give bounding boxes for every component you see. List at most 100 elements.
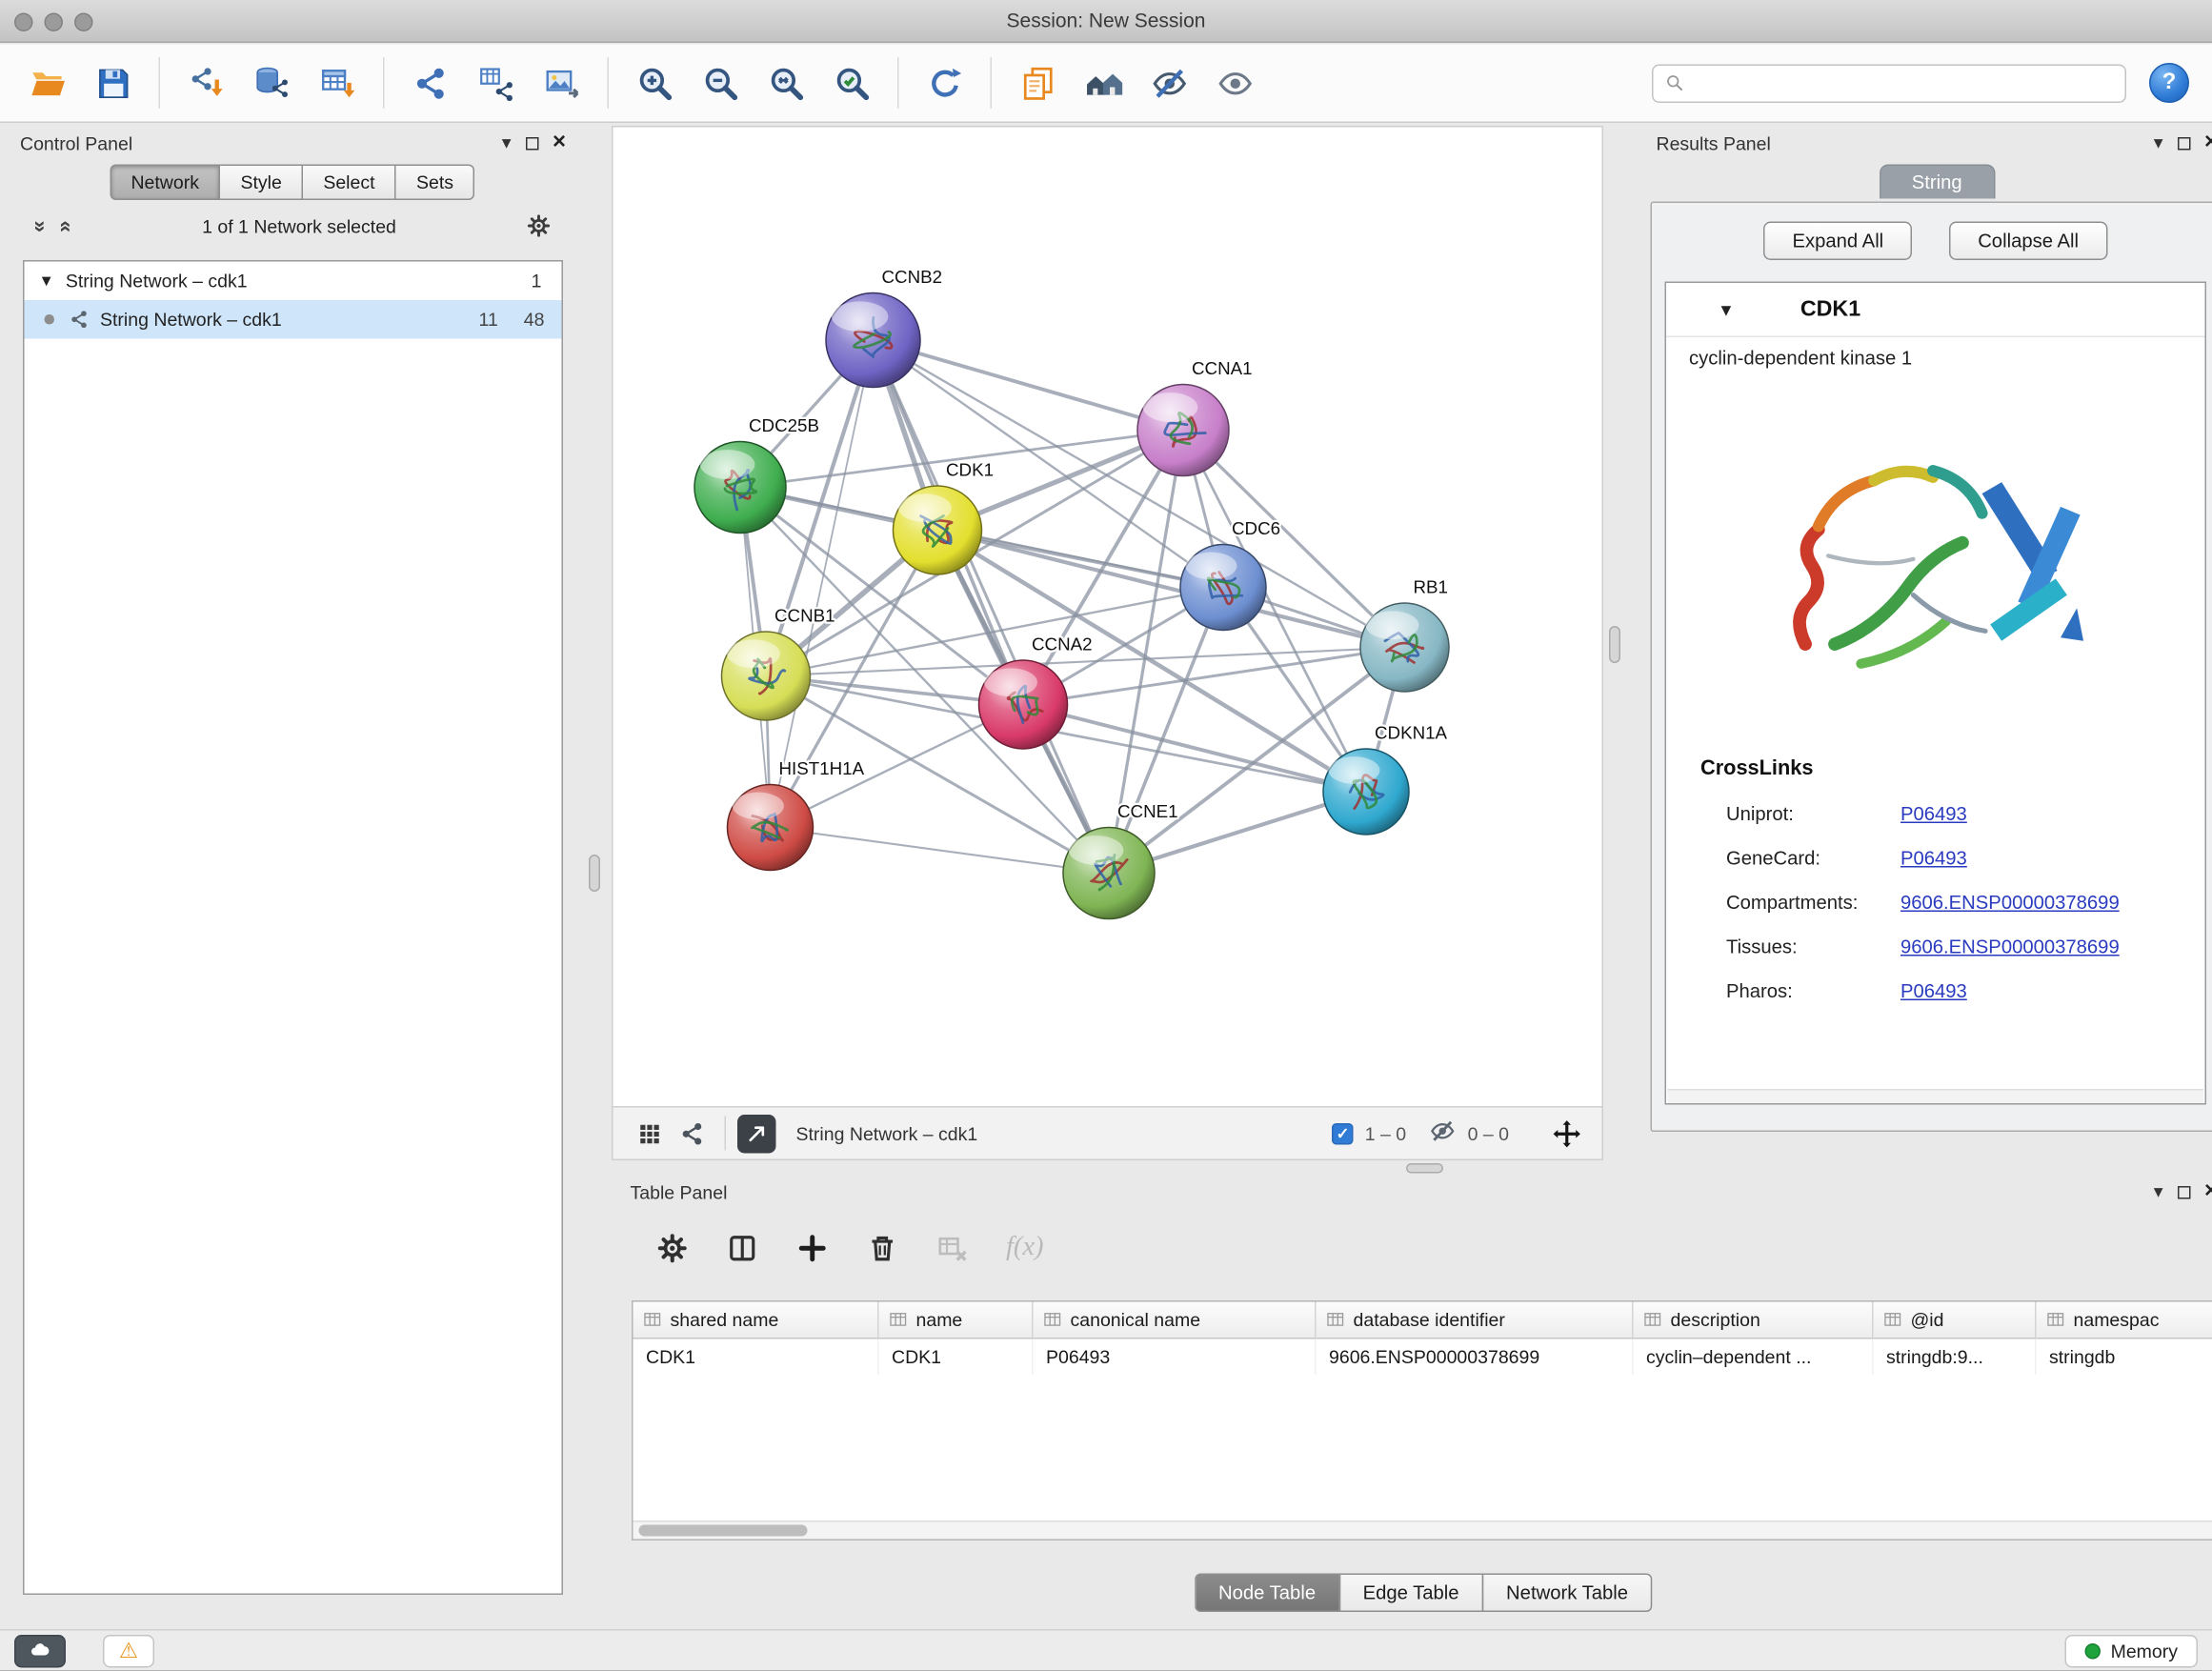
cloud-status-button[interactable]	[14, 1635, 66, 1668]
close-panel-icon[interactable]: ×	[553, 131, 566, 154]
network-selection-bar: » « 1 of 1 Network selected	[14, 206, 572, 246]
tab-node-table[interactable]: Node Table	[1194, 1574, 1339, 1613]
zoom-selected-icon	[833, 64, 872, 103]
tab-network[interactable]: Network	[110, 165, 221, 201]
zoom-in-button[interactable]	[622, 51, 688, 114]
move-tool-icon[interactable]	[1552, 1118, 1582, 1149]
selected-items-checkbox[interactable]: ✓	[1332, 1122, 1354, 1144]
close-panel-icon[interactable]: ×	[2204, 131, 2212, 154]
import-table-from-file-button[interactable]	[305, 51, 371, 114]
network-collection-row[interactable]: ▼ String Network – cdk1 1	[25, 262, 562, 301]
splitter-handle-left[interactable]	[589, 855, 600, 892]
collapse-all-button[interactable]: Collapse All	[1949, 222, 2107, 261]
tab-edge-table[interactable]: Edge Table	[1338, 1574, 1483, 1613]
duplicate-network-button[interactable]	[1005, 51, 1071, 114]
collapse-entry-icon[interactable]: ▼	[1718, 299, 1735, 319]
float-panel-icon[interactable]	[2177, 1185, 2190, 1198]
network-options-gear-icon[interactable]	[526, 213, 552, 239]
toolbar-separator	[991, 57, 993, 109]
network-edge-hist1h1a-ccne1[interactable]	[771, 828, 1110, 874]
save-session-button[interactable]	[80, 51, 146, 114]
network-node-ccna1[interactable]: CCNA1	[1137, 358, 1253, 476]
panel-menu-icon[interactable]: ▾	[2154, 131, 2163, 154]
network-node-ccnb1[interactable]: CCNB1	[722, 606, 835, 721]
panel-menu-icon[interactable]: ▾	[2154, 1180, 2163, 1203]
apply-preferred-layout-button[interactable]	[1071, 51, 1136, 114]
network-row-selected[interactable]: String Network – cdk1 11 48	[25, 300, 562, 339]
crosslink-value-link[interactable]: P06493	[1900, 803, 1967, 825]
show-selected-button[interactable]	[1202, 51, 1268, 114]
collapse-all-networks-icon[interactable]: »	[29, 220, 53, 232]
float-panel-icon[interactable]	[525, 136, 538, 150]
hide-selected-button[interactable]	[1136, 51, 1202, 114]
detach-view-icon[interactable]	[737, 1114, 776, 1153]
search-input[interactable]	[1694, 72, 2114, 94]
close-panel-icon[interactable]: ×	[2204, 1180, 2212, 1203]
table-body: CDK1CDK1P064939606.ENSP00000378699cyclin…	[633, 1339, 2212, 1376]
grid-view-icon[interactable]	[628, 1114, 671, 1154]
network-edge-ccnb2-ccne1[interactable]	[874, 340, 1110, 874]
network-edge-ccnb2-ccna1[interactable]	[874, 340, 1184, 431]
crosslink-value-link[interactable]: 9606.ENSP00000378699	[1900, 892, 2120, 914]
crosslink-value-link[interactable]: P06493	[1900, 848, 1967, 870]
table-row[interactable]: CDK1CDK1P064939606.ENSP00000378699cyclin…	[633, 1339, 2212, 1376]
crosslink-value-link[interactable]: 9606.ENSP00000378699	[1900, 936, 2120, 958]
zoom-selected-button[interactable]	[819, 51, 885, 114]
new-network-button[interactable]	[397, 51, 463, 114]
scrollbar-thumb[interactable]	[639, 1525, 808, 1537]
network-node-rb1[interactable]: RB1	[1360, 577, 1449, 693]
expand-all-networks-icon[interactable]: «	[54, 220, 79, 232]
export-image-button[interactable]	[529, 51, 594, 114]
create-column-plus-icon[interactable]	[796, 1231, 830, 1264]
node-label-ccnb2: CCNB2	[882, 267, 943, 287]
entry-horizontal-scrollbar[interactable]	[1668, 1089, 2204, 1103]
refresh-button[interactable]	[912, 51, 977, 114]
new-network-from-table-button[interactable]	[463, 51, 529, 114]
zoom-out-button[interactable]	[688, 51, 754, 114]
control-panel-header: Control Panel ▾ ×	[14, 126, 572, 160]
current-network-name: String Network – cdk1	[796, 1122, 978, 1144]
column-header-canonical-name[interactable]: canonical name	[1034, 1302, 1317, 1339]
network-node-cdc25b[interactable]: CDC25B	[694, 415, 819, 533]
show-columns-icon[interactable]	[726, 1231, 759, 1264]
network-edge-ccnb2-hist1h1a[interactable]	[771, 340, 874, 828]
tab-string[interactable]: String	[1879, 165, 1995, 199]
tab-style[interactable]: Style	[219, 165, 303, 201]
column-header-database-identifier[interactable]: database identifier	[1317, 1302, 1634, 1339]
title-bar: Session: New Session	[0, 0, 2212, 43]
column-header-description[interactable]: description	[1634, 1302, 1874, 1339]
collection-expand-icon[interactable]: ▼	[39, 272, 54, 290]
crosslink-value-link[interactable]: P06493	[1900, 980, 1967, 1002]
tab-select[interactable]: Select	[302, 165, 396, 201]
import-network-from-file-button[interactable]	[173, 51, 239, 114]
node-label-cdkn1a: CDKN1A	[1375, 723, 1448, 743]
warnings-button[interactable]: ⚠	[103, 1635, 154, 1668]
column-header-shared-name[interactable]: shared name	[633, 1302, 879, 1339]
zoom-fit-button[interactable]	[754, 51, 819, 114]
network-overview-icon[interactable]	[671, 1114, 714, 1154]
delete-column-trash-icon[interactable]	[866, 1231, 899, 1264]
tab-network-table[interactable]: Network Table	[1482, 1574, 1653, 1613]
table-options-gear-icon[interactable]	[656, 1231, 690, 1264]
expand-all-button[interactable]: Expand All	[1763, 222, 1912, 261]
network-node-cdkn1a[interactable]: CDKN1A	[1323, 723, 1448, 836]
network-canvas[interactable]: CCNB2CCNA1CDC25BCDK1CDC6RB1CCNB1CCNA2CDK…	[613, 128, 1602, 1107]
help-button[interactable]: ?	[2149, 63, 2189, 103]
open-session-button[interactable]	[14, 51, 80, 114]
network-node-hist1h1a[interactable]: HIST1H1A	[728, 758, 865, 871]
tab-sets[interactable]: Sets	[395, 165, 475, 201]
import-network-from-database-button[interactable]	[239, 51, 305, 114]
column-header--id[interactable]: @id	[1874, 1302, 2037, 1339]
column-header-namespac[interactable]: namespac	[2037, 1302, 2212, 1339]
network-edge-ccnb2-ccnb1[interactable]	[766, 340, 874, 676]
node-details-header[interactable]: ▼ CDK1	[1666, 283, 2205, 337]
column-header-name[interactable]: name	[879, 1302, 1034, 1339]
float-panel-icon[interactable]	[2177, 136, 2190, 150]
splitter-handle-right[interactable]	[1609, 626, 1620, 663]
network-selected-status: 1 of 1 Network selected	[72, 215, 526, 237]
splitter-handle-bottom[interactable]	[1406, 1163, 1443, 1174]
hidden-items-eye-icon[interactable]	[1429, 1117, 1457, 1149]
memory-button[interactable]: Memory	[2065, 1635, 2198, 1668]
duplicate-network-icon	[1018, 64, 1057, 103]
panel-menu-icon[interactable]: ▾	[502, 131, 512, 154]
